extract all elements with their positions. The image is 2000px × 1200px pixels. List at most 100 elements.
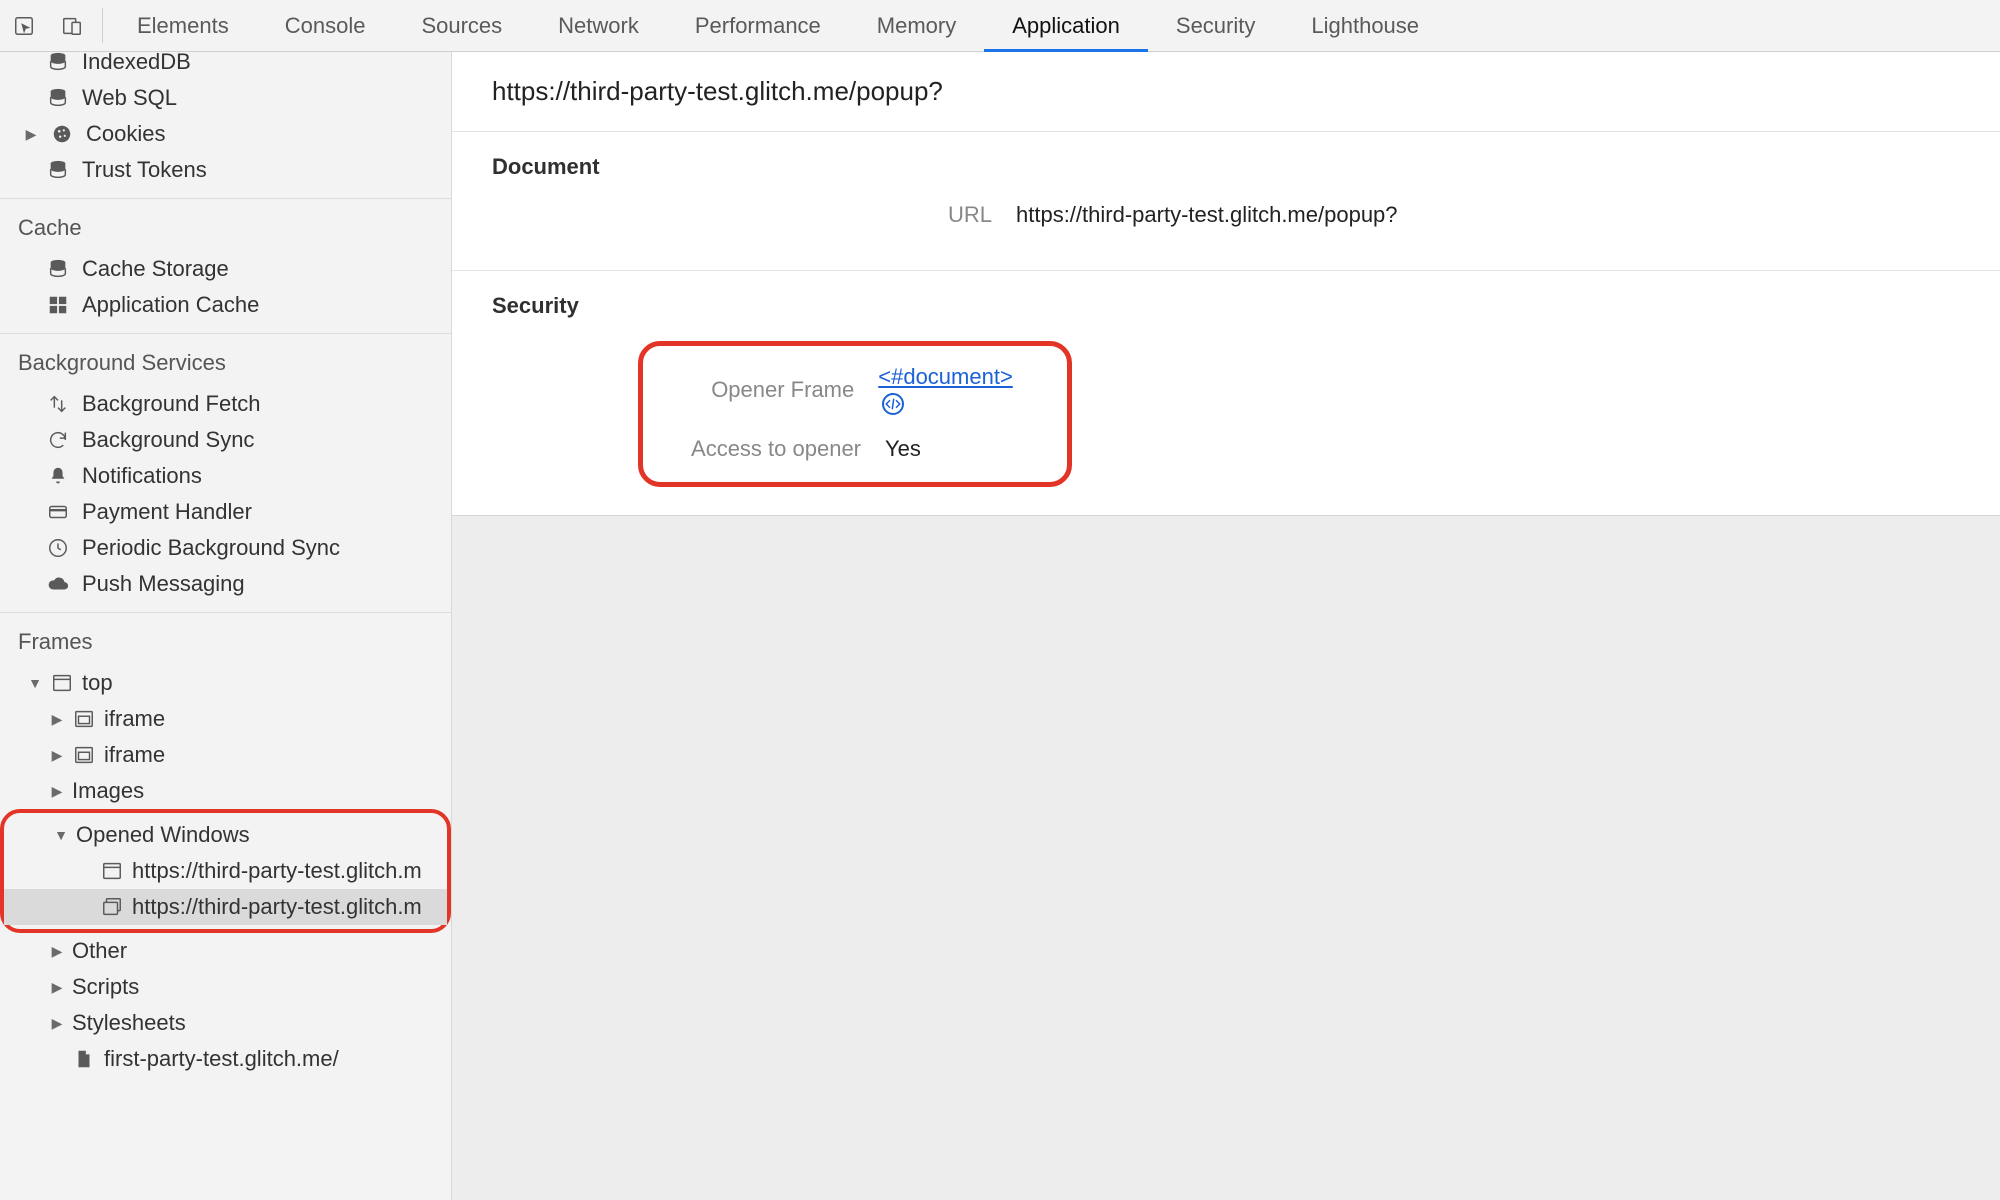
frame-opened-windows[interactable]: ▼ Opened Windows [4, 817, 447, 853]
kv-access-to-opener: Access to opener Yes [671, 436, 1039, 462]
frame-scripts[interactable]: ▶ Scripts [0, 969, 451, 1005]
devtools-tabbar: Elements Console Sources Network Perform… [0, 0, 2000, 52]
bell-icon [46, 465, 70, 487]
sidebar-item-background-fetch[interactable]: Background Fetch [0, 386, 451, 422]
sidebar-label: Cookies [86, 121, 165, 147]
tree-label: first-party-test.glitch.me/ [104, 1046, 339, 1072]
sidebar-item-cookies[interactable]: ▶ Cookies [0, 116, 451, 152]
clock-icon [46, 537, 70, 559]
tab-memory[interactable]: Memory [849, 0, 984, 51]
expand-arrow-icon[interactable]: ▶ [50, 747, 64, 764]
opened-window-item[interactable]: https://third-party-test.glitch.m [4, 853, 447, 889]
collapse-arrow-icon[interactable]: ▼ [54, 827, 68, 843]
expand-arrow-icon[interactable]: ▶ [50, 979, 64, 996]
iframe-icon [72, 744, 96, 766]
kv-value: Yes [885, 436, 921, 462]
toggle-device-toolbar-icon[interactable] [48, 0, 96, 51]
sidebar-item-notifications[interactable]: Notifications [0, 458, 451, 494]
credit-card-icon [46, 501, 70, 523]
tree-label: iframe [104, 706, 165, 732]
sidebar-label: Push Messaging [82, 571, 245, 597]
sidebar-item-cache-storage[interactable]: Cache Storage [0, 251, 451, 287]
sidebar-item-indexeddb[interactable]: IndexedDB [0, 52, 451, 80]
tab-console[interactable]: Console [257, 0, 394, 51]
annotation-highlight-opened-windows: ▼ Opened Windows https://third-party-tes… [0, 809, 451, 933]
expand-arrow-icon[interactable]: ▶ [50, 1015, 64, 1032]
expand-arrow-icon[interactable]: ▶ [50, 783, 64, 800]
grid-icon [46, 294, 70, 316]
sidebar-label: Background Fetch [82, 391, 261, 417]
document-icon [72, 1048, 96, 1070]
tab-security[interactable]: Security [1148, 0, 1283, 51]
section-security: Security Opener Frame <#document> Access… [452, 270, 2000, 515]
sidebar-item-trust-tokens[interactable]: Trust Tokens [0, 152, 451, 188]
database-icon [46, 87, 70, 109]
kv-key: URL [492, 202, 992, 228]
sidebar-section-cache: Cache [0, 199, 451, 251]
sidebar-item-push-messaging[interactable]: Push Messaging [0, 566, 451, 602]
tabbar-divider [102, 8, 103, 43]
frame-images[interactable]: ▶ Images [0, 773, 451, 809]
sidebar-item-websql[interactable]: Web SQL [0, 80, 451, 116]
sidebar-item-payment-handler[interactable]: Payment Handler [0, 494, 451, 530]
window-icon [50, 672, 74, 694]
tree-label: Images [72, 778, 144, 804]
sync-icon [46, 429, 70, 451]
sidebar-label: Application Cache [82, 292, 259, 318]
sidebar-label: Notifications [82, 463, 202, 489]
tab-lighthouse[interactable]: Lighthouse [1283, 0, 1447, 51]
sidebar-label: Web SQL [82, 85, 177, 111]
sidebar-item-background-sync[interactable]: Background Sync [0, 422, 451, 458]
reveal-in-elements-icon[interactable] [882, 393, 904, 415]
section-document: Document URL https://third-party-test.gl… [452, 132, 2000, 270]
opened-window-item-selected[interactable]: https://third-party-test.glitch.m [4, 889, 447, 925]
frame-iframe[interactable]: ▶ iframe [0, 701, 451, 737]
annotation-highlight-security: Opener Frame <#document> Access to opene… [638, 341, 1072, 487]
frame-top[interactable]: ▼ top [0, 665, 451, 701]
tree-label: Opened Windows [76, 822, 250, 848]
tab-application[interactable]: Application [984, 0, 1148, 51]
collapse-arrow-icon[interactable]: ▼ [28, 675, 42, 691]
section-heading: Document [492, 154, 1960, 180]
frame-file[interactable]: first-party-test.glitch.me/ [0, 1041, 451, 1077]
sidebar-label: IndexedDB [82, 52, 191, 75]
sidebar-label: Periodic Background Sync [82, 535, 340, 561]
kv-key: Access to opener [671, 436, 861, 462]
frame-stylesheets[interactable]: ▶ Stylesheets [0, 1005, 451, 1041]
tab-elements[interactable]: Elements [109, 0, 257, 51]
database-icon [46, 159, 70, 181]
database-icon [46, 258, 70, 280]
window-icon [100, 860, 124, 882]
application-sidebar: IndexedDB Web SQL ▶ Cookies Trust Token [0, 52, 452, 1200]
expand-arrow-icon[interactable]: ▶ [50, 943, 64, 960]
section-heading: Security [492, 293, 1960, 319]
tab-performance[interactable]: Performance [667, 0, 849, 51]
application-detail-panel: https://third-party-test.glitch.me/popup… [452, 52, 2000, 1200]
sidebar-item-periodic-bg-sync[interactable]: Periodic Background Sync [0, 530, 451, 566]
inspect-element-icon[interactable] [0, 0, 48, 51]
sidebar-section-background-services: Background Services [0, 334, 451, 386]
kv-key: Opener Frame [671, 377, 854, 403]
tree-label: Scripts [72, 974, 139, 1000]
sidebar-item-application-cache[interactable]: Application Cache [0, 287, 451, 323]
kv-value: https://third-party-test.glitch.me/popup… [1016, 202, 1398, 228]
expand-arrow-icon[interactable]: ▶ [50, 711, 64, 728]
expand-arrow-icon[interactable]: ▶ [24, 126, 38, 143]
tab-sources[interactable]: Sources [393, 0, 530, 51]
sidebar-label: Trust Tokens [82, 157, 207, 183]
kv-value: <#document> [878, 364, 1039, 416]
kv-url: URL https://third-party-test.glitch.me/p… [492, 202, 1960, 228]
windows-stack-icon [100, 896, 124, 918]
tree-label: Stylesheets [72, 1010, 186, 1036]
tree-label: top [82, 670, 113, 696]
cloud-icon [46, 573, 70, 595]
sidebar-label: Payment Handler [82, 499, 252, 525]
opener-frame-link[interactable]: <#document> [878, 364, 1013, 389]
tree-label: iframe [104, 742, 165, 768]
frame-other[interactable]: ▶ Other [0, 933, 451, 969]
kv-opener-frame: Opener Frame <#document> [671, 364, 1039, 416]
database-icon [46, 52, 70, 73]
tab-network[interactable]: Network [530, 0, 667, 51]
sidebar-section-frames: Frames [0, 613, 451, 665]
frame-iframe[interactable]: ▶ iframe [0, 737, 451, 773]
